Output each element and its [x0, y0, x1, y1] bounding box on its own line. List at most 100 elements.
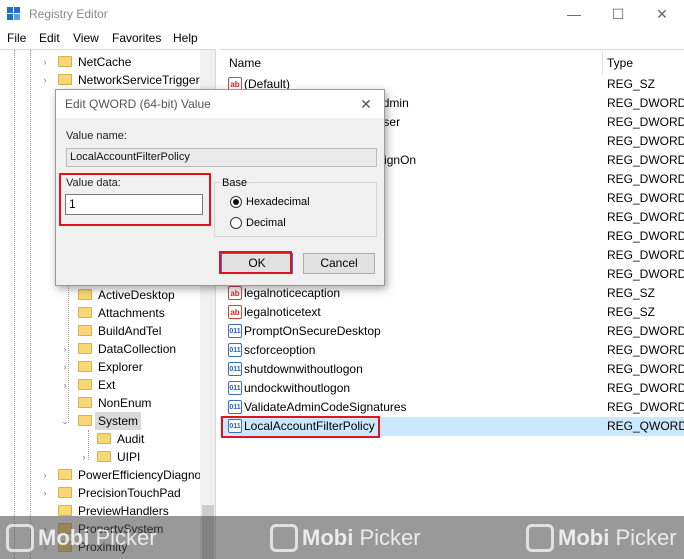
value-type: REG_SZ [607, 286, 656, 300]
registry-editor-icon [7, 7, 21, 21]
chevron-right-icon[interactable]: › [60, 376, 70, 394]
value-name: undockwithoutlogon [244, 381, 351, 395]
tree-item-label: Audit [117, 432, 145, 446]
value-row[interactable]: 011 PromptOnSecureDesktop REG_DWORD [220, 322, 684, 341]
value-row[interactable]: 011 shutdownwithoutlogon REG_DWORD [220, 360, 684, 379]
chevron-right-icon[interactable]: › [40, 53, 50, 71]
value-name: legalnoticecaption [244, 286, 341, 300]
value-name: legalnoticetext [244, 305, 321, 319]
watermark-logo-icon [526, 524, 554, 552]
base-label: Base [220, 177, 250, 189]
value-type: REG_DWORD [607, 381, 684, 395]
dialog-close-button[interactable]: ✕ [356, 94, 376, 114]
folder-icon [97, 451, 111, 462]
value-row[interactable]: ab legalnoticecaption REG_SZ [220, 284, 684, 303]
value-type: REG_DWORD [607, 210, 684, 224]
close-button[interactable]: ✕ [640, 2, 684, 26]
watermark-text-middle: Mobi Picker [302, 525, 421, 550]
folder-icon [78, 397, 92, 408]
value-row[interactable]: 011 ValidateAdminCodeSignatures REG_DWORD [220, 398, 684, 417]
base-groupbox [214, 182, 377, 237]
binary-value-icon: 011 [228, 343, 242, 357]
value-type: REG_SZ [607, 305, 656, 319]
folder-icon [58, 469, 72, 480]
value-name: ValidateAdminCodeSignatures [244, 400, 407, 414]
value-type: REG_QWORD [607, 419, 684, 433]
tree-item-label: System [95, 412, 142, 430]
chevron-right-icon[interactable]: › [79, 448, 89, 466]
folder-icon [78, 343, 92, 354]
value-name: shutdownwithoutlogon [244, 362, 363, 376]
menu-view[interactable]: View [73, 31, 99, 45]
hexadecimal-radio[interactable] [230, 196, 242, 208]
folder-icon [78, 361, 92, 372]
value-type: REG_DWORD [607, 96, 684, 110]
column-divider[interactable] [602, 50, 603, 74]
highlight-ok-button [219, 251, 292, 274]
maximize-button[interactable]: ☐ [596, 2, 640, 26]
tree-item-label: Attachments [98, 306, 165, 320]
tree-item-label: Ext [98, 378, 116, 392]
value-type: REG_SZ [607, 77, 656, 91]
value-type: REG_DWORD [607, 343, 684, 357]
watermark-text-left: Mobi Picker [38, 525, 157, 550]
menu-help[interactable]: Help [173, 31, 198, 45]
value-type: REG_DWORD [607, 267, 684, 281]
chevron-right-icon[interactable]: › [60, 340, 70, 358]
chevron-down-icon[interactable]: ⌄ [60, 412, 70, 430]
chevron-right-icon[interactable]: › [60, 358, 70, 376]
binary-value-icon: 011 [228, 381, 242, 395]
tree-item-label: ActiveDesktop [98, 288, 175, 302]
folder-icon [58, 487, 72, 498]
value-name-field: LocalAccountFilterPolicy [66, 148, 377, 167]
value-type: REG_DWORD [607, 324, 684, 338]
value-name-label: Value name: [66, 130, 127, 142]
cancel-button[interactable]: Cancel [303, 253, 375, 274]
tree-item-label: NetCache [78, 55, 132, 69]
highlight-value-data [59, 173, 211, 226]
value-type: REG_DWORD [607, 115, 684, 129]
value-type: REG_DWORD [607, 191, 684, 205]
watermark-logo-icon [6, 524, 34, 552]
tree-item-label: PowerEfficiencyDiagnostics [78, 468, 216, 482]
binary-value-icon: 011 [228, 362, 242, 376]
dialog-title: Edit QWORD (64-bit) Value [65, 97, 211, 111]
value-row[interactable]: ab legalnoticetext REG_SZ [220, 303, 684, 322]
value-type: REG_DWORD [607, 229, 684, 243]
chevron-right-icon[interactable]: › [40, 466, 50, 484]
value-type: REG_DWORD [607, 248, 684, 262]
tree-item-label: NetworkServiceTriggers [78, 73, 206, 87]
value-name: scforceoption [244, 343, 316, 357]
decimal-label[interactable]: Decimal [246, 217, 286, 229]
folder-icon [78, 325, 92, 336]
tree-item-label: Explorer [98, 360, 143, 374]
hexadecimal-label[interactable]: Hexadecimal [246, 196, 310, 208]
value-type: REG_DWORD [607, 362, 684, 376]
folder-icon [78, 289, 92, 300]
value-type: REG_DWORD [607, 172, 684, 186]
value-row[interactable]: 011 scforceoption REG_DWORD [220, 341, 684, 360]
title-bar: Registry Editor — ☐ ✕ [0, 0, 684, 28]
folder-icon [97, 433, 111, 444]
column-header-type[interactable]: Type [607, 56, 633, 74]
minimize-button[interactable]: — [552, 2, 596, 26]
folder-icon [58, 74, 72, 85]
menu-edit[interactable]: Edit [39, 31, 60, 45]
menu-favorites[interactable]: Favorites [112, 31, 161, 45]
folder-icon [58, 505, 72, 516]
value-type: REG_DWORD [607, 400, 684, 414]
string-value-icon: ab [228, 286, 242, 300]
value-row[interactable]: 011 undockwithoutlogon REG_DWORD [220, 379, 684, 398]
folder-icon [78, 379, 92, 390]
dialog-title-bar: Edit QWORD (64-bit) Value ✕ [56, 90, 384, 118]
decimal-radio[interactable] [230, 217, 242, 229]
value-name: PromptOnSecureDesktop [244, 324, 381, 338]
window-title: Registry Editor [29, 7, 108, 21]
menu-file[interactable]: File [7, 31, 26, 45]
value-type: REG_DWORD [607, 153, 684, 167]
chevron-right-icon[interactable]: › [40, 484, 50, 502]
column-header-name[interactable]: Name [229, 56, 261, 74]
tree-item-label: UIPI [117, 450, 141, 464]
chevron-right-icon[interactable]: › [40, 71, 50, 89]
string-value-icon: ab [228, 305, 242, 319]
